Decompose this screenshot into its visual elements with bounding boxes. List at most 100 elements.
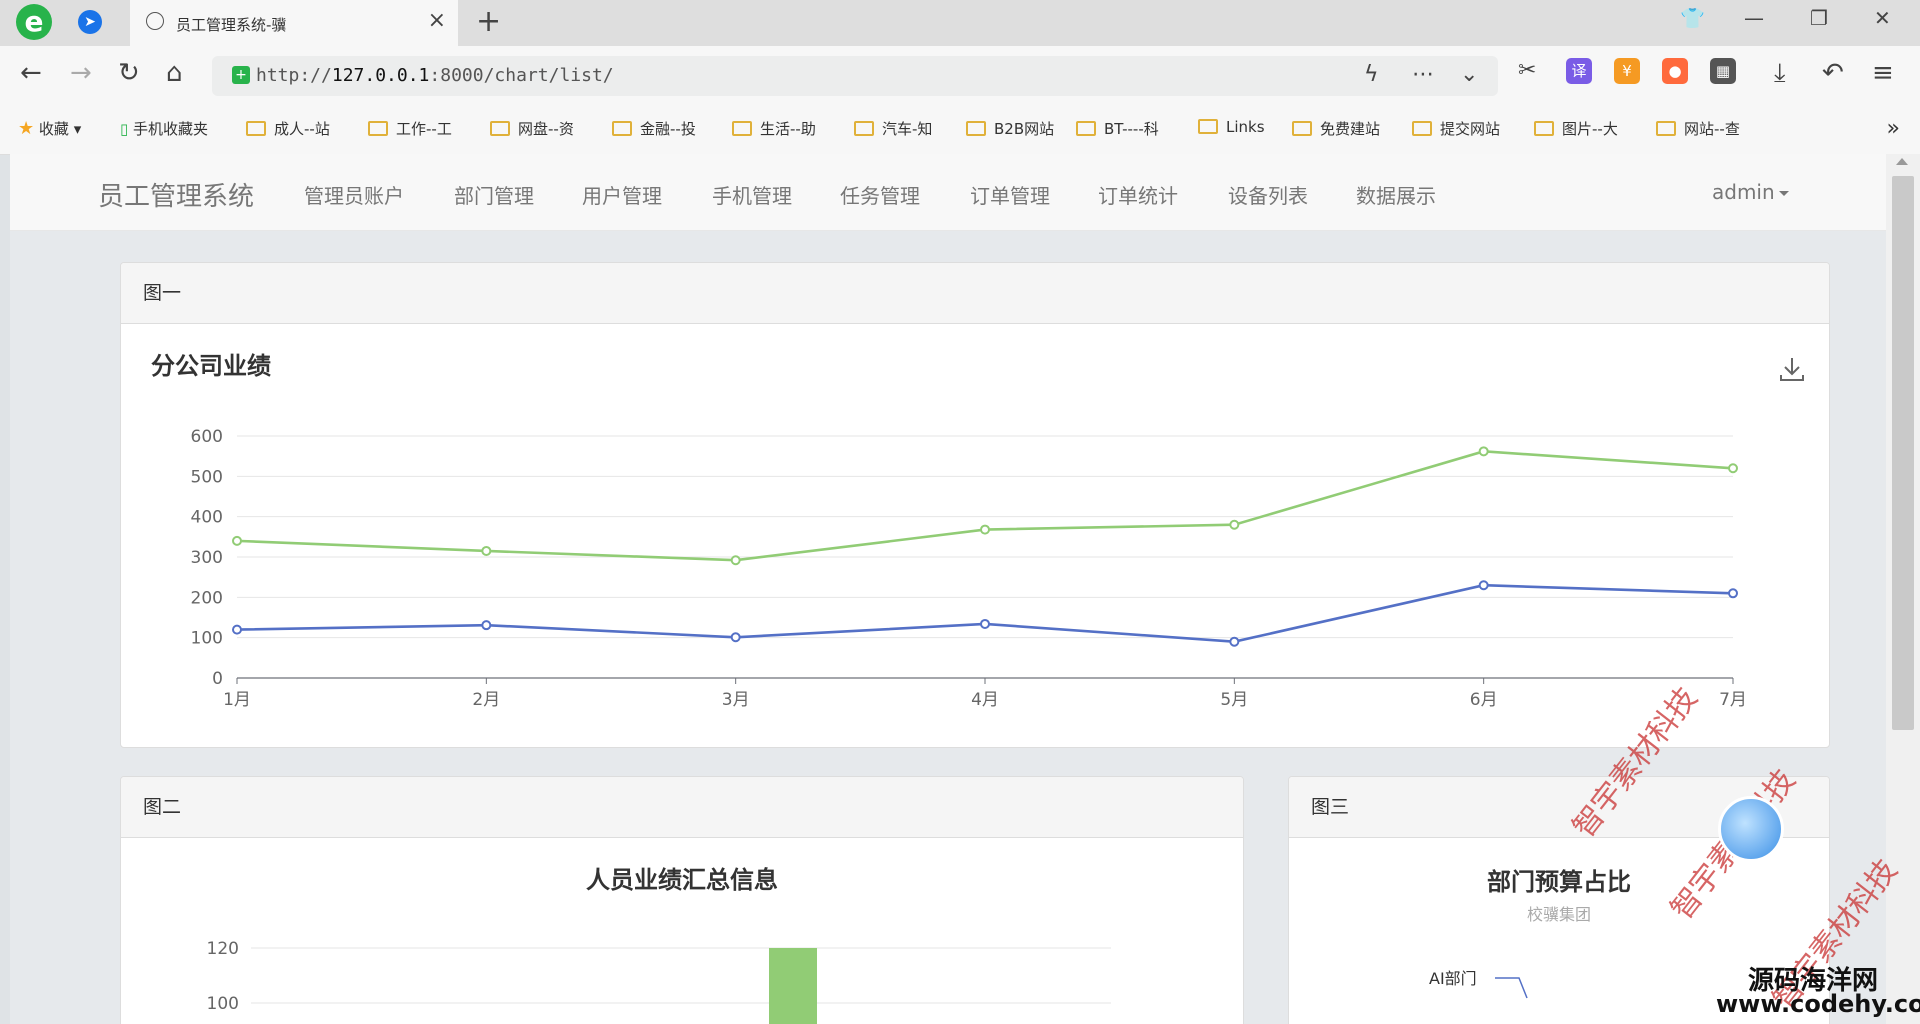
bookmark-item[interactable]: 网站--查	[1656, 118, 1740, 139]
folder-icon	[966, 121, 986, 136]
menu-devices[interactable]: 设备列表	[1228, 180, 1308, 209]
chart-title: 人员业绩汇总信息	[586, 866, 778, 894]
bookmark-item[interactable]: BT----科	[1076, 118, 1159, 139]
more-icon[interactable]: ⋯	[1412, 62, 1434, 87]
line-chart: 分公司业绩 0 100 200 300 400 500 600 1月 2月 3月 4月 5月 6月 7月	[151, 352, 1809, 710]
data-point	[1478, 580, 1489, 591]
folder-icon	[1292, 121, 1312, 136]
undo-icon[interactable]: ↶	[1822, 58, 1844, 88]
menu-users[interactable]: 用户管理	[582, 180, 662, 209]
y-tick-label: 300	[191, 548, 223, 568]
panel-chart-one: 图一 分公司业绩 0 100 200 300 400 500 600 1月 2月 3月 4月 5月 6月…	[120, 262, 1830, 748]
data-point	[1478, 446, 1489, 457]
x-tick-label: 5月	[1220, 690, 1248, 710]
folder-icon	[490, 121, 510, 136]
minimize-icon[interactable]: —	[1744, 6, 1764, 30]
reload-icon[interactable]: ↻	[118, 58, 140, 88]
scissors-icon[interactable]: ✂	[1518, 58, 1536, 83]
shield-badge-icon[interactable]: ¥	[1614, 58, 1640, 84]
y-tick-label: 100	[191, 629, 223, 649]
chevron-down-icon[interactable]: ⌄	[1460, 62, 1478, 87]
folder-icon	[1656, 121, 1676, 136]
series-line	[236, 450, 1734, 562]
bookmark-item[interactable]: B2B网站	[966, 118, 1054, 139]
data-point	[1229, 519, 1240, 530]
bookmark-item[interactable]: 提交网站	[1412, 118, 1500, 139]
apps-grid-icon[interactable]: ▦	[1710, 58, 1736, 84]
browser-logo-icon[interactable]: e	[16, 4, 52, 40]
bookmark-item[interactable]: 成人--站	[246, 118, 330, 139]
browser-tab-active[interactable]: 员工管理系统-骥 ×	[130, 0, 458, 46]
chart-title: 分公司业绩	[151, 352, 271, 380]
bookmark-item[interactable]: Links	[1198, 118, 1265, 136]
menu-admin-accounts[interactable]: 管理员账户	[304, 180, 404, 209]
x-tick-label: 7月	[1719, 690, 1747, 710]
bookmark-item[interactable]: 图片--大	[1534, 118, 1618, 139]
bookmarks-menu[interactable]: ★ 收藏 ▾	[18, 118, 81, 139]
folder-icon	[732, 121, 752, 136]
panel-heading: 图一	[121, 263, 1829, 324]
more-bookmarks-icon[interactable]: »	[1887, 116, 1900, 141]
url-text: http://127.0.0.1:8000/chart/list/	[256, 65, 614, 86]
folder-icon	[1412, 121, 1432, 136]
url-input[interactable]: + http://127.0.0.1:8000/chart/list/ ϟ ⋯ …	[212, 56, 1498, 96]
pinned-tab-icon[interactable]: ➤	[78, 10, 102, 34]
lightning-icon[interactable]: ϟ	[1364, 62, 1379, 87]
data-point	[481, 545, 492, 556]
folder-icon	[368, 121, 388, 136]
y-tick-label: 500	[191, 467, 223, 487]
download-icon[interactable]: ⤓	[1774, 58, 1786, 89]
new-tab-button[interactable]: +	[476, 4, 501, 39]
home-icon[interactable]: ⌂	[166, 58, 183, 88]
bookmark-item[interactable]: 金融--投	[612, 118, 696, 139]
folder-icon	[612, 121, 632, 136]
translate-icon[interactable]: 译	[1566, 58, 1592, 84]
menu-departments[interactable]: 部门管理	[454, 180, 534, 209]
restore-icon[interactable]: ❐	[1810, 6, 1828, 30]
data-point	[730, 555, 741, 566]
bookmark-item[interactable]: 工作--工	[368, 118, 452, 139]
floating-assistant-icon[interactable]	[1718, 796, 1784, 862]
app-brand[interactable]: 员工管理系统	[98, 176, 254, 213]
address-toolbar: ← → ↻ ⌂ + http://127.0.0.1:8000/chart/li…	[0, 46, 1920, 106]
user-menu[interactable]: admin	[1712, 180, 1789, 204]
data-point	[980, 524, 990, 535]
bookmark-item[interactable]: ▯ 手机收藏夹	[120, 118, 208, 139]
folder-icon	[1198, 119, 1218, 134]
menu-phones[interactable]: 手机管理	[712, 180, 792, 209]
x-tick-label: 2月	[472, 690, 500, 710]
menu-icon[interactable]: ≡	[1872, 58, 1894, 88]
scrollbar-thumb[interactable]	[1892, 176, 1914, 730]
menu-order-stats[interactable]: 订单统计	[1098, 180, 1178, 209]
bookmark-item[interactable]: 汽车-知	[854, 118, 932, 139]
data-point	[232, 624, 242, 635]
menu-orders[interactable]: 订单管理	[970, 180, 1050, 209]
bookmark-item[interactable]: 生活--助	[732, 118, 816, 139]
browser-tab-bar: e ➤ 员工管理系统-骥 × + 👕 — ❐ ✕	[0, 0, 1920, 46]
app-navbar: 员工管理系统 管理员账户 部门管理 用户管理 手机管理 任务管理 订单管理 订单…	[10, 154, 1896, 231]
data-point	[730, 632, 741, 643]
bookmarks-bar: ★ 收藏 ▾ ▯ 手机收藏夹 成人--站 工作--工 网盘--资 金融--投 生…	[0, 106, 1920, 155]
close-tab-icon[interactable]: ×	[428, 8, 446, 33]
data-point	[232, 535, 242, 546]
scroll-up-icon[interactable]	[1896, 158, 1908, 165]
x-tick-label: 6月	[1470, 690, 1498, 710]
menu-data-display[interactable]: 数据展示	[1356, 180, 1436, 209]
back-icon[interactable]: ←	[20, 58, 42, 88]
page-viewport: 员工管理系统 管理员账户 部门管理 用户管理 手机管理 任务管理 订单管理 订单…	[10, 154, 1896, 1024]
skin-icon[interactable]: 👕	[1680, 6, 1705, 30]
forward-icon[interactable]: →	[70, 58, 92, 88]
security-shield-icon: +	[232, 66, 250, 84]
bookmark-item[interactable]: 网盘--资	[490, 118, 574, 139]
chart-title: 部门预算占比	[1487, 868, 1631, 896]
menu-tasks[interactable]: 任务管理	[840, 180, 920, 209]
data-point	[980, 618, 990, 629]
download-icon[interactable]	[1775, 352, 1809, 386]
folder-icon	[1076, 121, 1096, 136]
bookmark-item[interactable]: 免费建站	[1292, 118, 1380, 139]
star-icon: ★	[18, 118, 35, 139]
game-icon[interactable]: ●	[1662, 58, 1688, 84]
globe-icon	[146, 12, 164, 30]
close-window-icon[interactable]: ✕	[1874, 6, 1891, 30]
y-tick-label: 400	[191, 508, 223, 528]
